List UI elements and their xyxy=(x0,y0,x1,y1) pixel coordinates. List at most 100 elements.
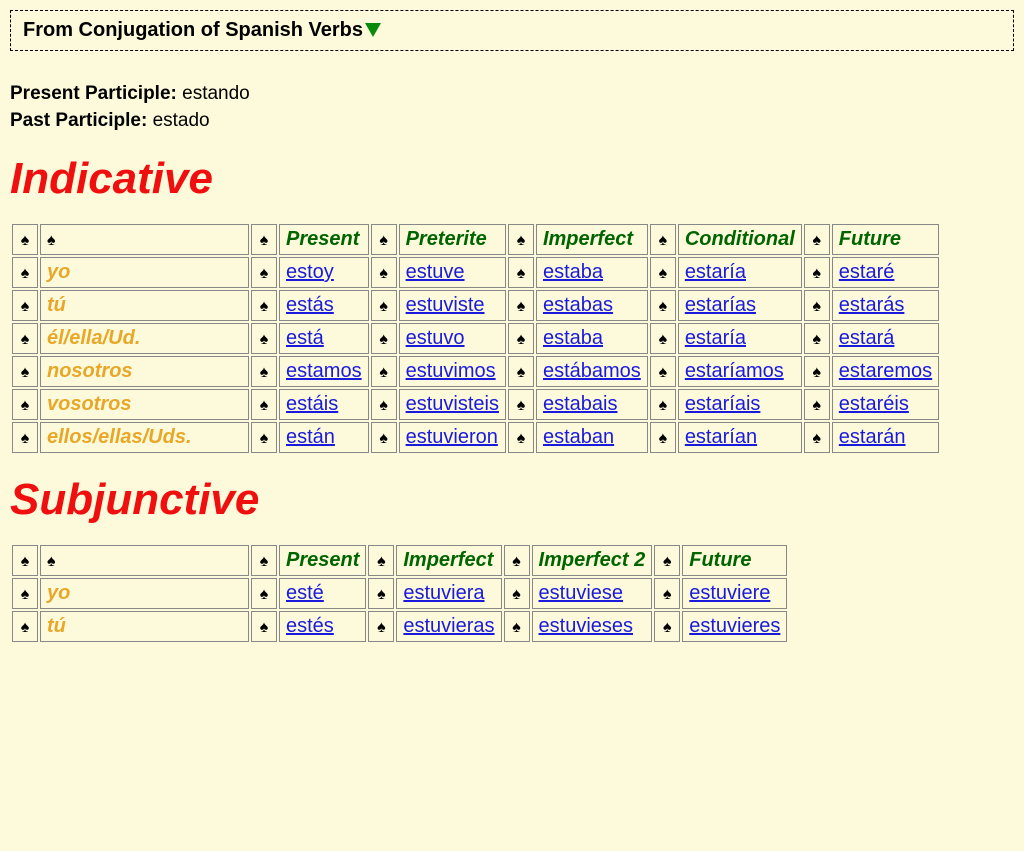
spade-icon[interactable]: ♠ xyxy=(251,389,277,420)
verb-link[interactable]: estaréis xyxy=(839,393,909,415)
verb-link[interactable]: estuvieron xyxy=(406,426,498,448)
dropdown-icon[interactable] xyxy=(365,22,381,42)
spade-icon[interactable]: ♠ xyxy=(368,611,394,642)
spade-icon[interactable]: ♠ xyxy=(12,578,38,609)
verb-link[interactable]: estés xyxy=(286,615,334,637)
spade-icon[interactable]: ♠ xyxy=(12,422,38,453)
verb-link[interactable]: estuviste xyxy=(406,294,485,316)
spade-icon[interactable]: ♠ xyxy=(650,290,676,321)
verb-link[interactable]: estoy xyxy=(286,261,334,283)
verb-link[interactable]: estamos xyxy=(286,360,362,382)
spade-icon[interactable]: ♠ xyxy=(371,257,397,288)
subjunctive-table: ♠♠♠Present♠Imperfect♠Imperfect 2♠Future♠… xyxy=(10,543,789,644)
spade-icon[interactable]: ♠ xyxy=(804,323,830,354)
verb-link[interactable]: estáis xyxy=(286,393,338,415)
verb-link[interactable]: está xyxy=(286,327,324,349)
verb-link[interactable]: estarías xyxy=(685,294,756,316)
spade-icon[interactable]: ♠ xyxy=(804,356,830,387)
verb-cell: estamos xyxy=(279,356,369,387)
spade-icon[interactable]: ♠ xyxy=(654,545,680,576)
spade-icon[interactable]: ♠ xyxy=(368,578,394,609)
spade-icon[interactable]: ♠ xyxy=(251,290,277,321)
spade-icon[interactable]: ♠ xyxy=(650,356,676,387)
spade-icon[interactable]: ♠ xyxy=(251,356,277,387)
spade-icon[interactable]: ♠ xyxy=(650,224,676,255)
spade-icon[interactable]: ♠ xyxy=(12,257,38,288)
spade-icon[interactable]: ♠ xyxy=(508,290,534,321)
spade-icon[interactable]: ♠ xyxy=(12,356,38,387)
spade-icon[interactable]: ♠ xyxy=(508,257,534,288)
verb-link[interactable]: estuvo xyxy=(406,327,465,349)
verb-link[interactable]: esté xyxy=(286,582,324,604)
verb-link[interactable]: estará xyxy=(839,327,895,349)
spade-icon[interactable]: ♠ xyxy=(804,422,830,453)
verb-link[interactable]: estuvisteis xyxy=(406,393,499,415)
spade-icon[interactable]: ♠ xyxy=(508,356,534,387)
verb-link[interactable]: estaba xyxy=(543,327,603,349)
verb-link[interactable]: estuvimos xyxy=(406,360,496,382)
verb-link[interactable]: estabais xyxy=(543,393,618,415)
spade-icon[interactable]: ♠ xyxy=(650,422,676,453)
pronoun-cell: vosotros xyxy=(40,389,249,420)
verb-link[interactable]: estuvieres xyxy=(689,615,780,637)
spade-icon[interactable]: ♠ xyxy=(371,422,397,453)
verb-link[interactable]: estaremos xyxy=(839,360,932,382)
verb-link[interactable]: estarán xyxy=(839,426,906,448)
spade-icon[interactable]: ♠ xyxy=(650,323,676,354)
verb-link[interactable]: estaríais xyxy=(685,393,761,415)
spade-icon[interactable]: ♠ xyxy=(504,545,530,576)
verb-link[interactable]: estaría xyxy=(685,327,746,349)
spade-icon[interactable]: ♠ xyxy=(12,290,38,321)
verb-link[interactable]: estuve xyxy=(406,261,465,283)
spade-icon[interactable]: ♠ xyxy=(371,323,397,354)
spade-icon[interactable]: ♠ xyxy=(504,611,530,642)
spade-icon[interactable]: ♠ xyxy=(251,224,277,255)
spade-icon[interactable]: ♠ xyxy=(654,578,680,609)
spade-icon[interactable]: ♠ xyxy=(12,545,38,576)
spade-icon[interactable]: ♠ xyxy=(12,323,38,354)
verb-link[interactable]: estaban xyxy=(543,426,614,448)
verb-link[interactable]: estaba xyxy=(543,261,603,283)
spade-icon[interactable]: ♠ xyxy=(804,257,830,288)
spade-icon[interactable]: ♠ xyxy=(371,224,397,255)
spade-icon[interactable]: ♠ xyxy=(371,290,397,321)
verb-link[interactable]: estarás xyxy=(839,294,905,316)
spade-icon[interactable]: ♠ xyxy=(804,224,830,255)
spade-icon[interactable]: ♠ xyxy=(371,356,397,387)
verb-link[interactable]: estaríamos xyxy=(685,360,784,382)
spade-icon[interactable]: ♠ xyxy=(650,389,676,420)
spade-icon[interactable]: ♠ xyxy=(251,611,277,642)
spade-icon[interactable]: ♠ xyxy=(251,257,277,288)
spade-icon[interactable]: ♠ xyxy=(251,323,277,354)
subjunctive-heading: Subjunctive xyxy=(10,475,1014,525)
spade-icon[interactable]: ♠ xyxy=(251,545,277,576)
spade-icon[interactable]: ♠ xyxy=(251,422,277,453)
verb-link[interactable]: estuvieras xyxy=(403,615,494,637)
spade-icon[interactable]: ♠ xyxy=(508,224,534,255)
verb-link[interactable]: estuvieses xyxy=(539,615,634,637)
spade-icon[interactable]: ♠ xyxy=(251,578,277,609)
spade-icon[interactable]: ♠ xyxy=(12,389,38,420)
verb-link[interactable]: estabas xyxy=(543,294,613,316)
verb-link[interactable]: estarían xyxy=(685,426,757,448)
spade-icon[interactable]: ♠ xyxy=(508,389,534,420)
spade-icon[interactable]: ♠ xyxy=(654,611,680,642)
spade-icon[interactable]: ♠ xyxy=(504,578,530,609)
spade-icon[interactable]: ♠ xyxy=(804,389,830,420)
spade-icon[interactable]: ♠ xyxy=(508,422,534,453)
spade-icon[interactable]: ♠ xyxy=(12,611,38,642)
verb-link[interactable]: estuviese xyxy=(539,582,624,604)
verb-link[interactable]: estábamos xyxy=(543,360,641,382)
verb-link[interactable]: estaré xyxy=(839,261,895,283)
spade-icon[interactable]: ♠ xyxy=(368,545,394,576)
spade-icon[interactable]: ♠ xyxy=(371,389,397,420)
spade-icon[interactable]: ♠ xyxy=(508,323,534,354)
verb-link[interactable]: estás xyxy=(286,294,334,316)
verb-link[interactable]: están xyxy=(286,426,335,448)
verb-link[interactable]: estaría xyxy=(685,261,746,283)
spade-icon[interactable]: ♠ xyxy=(650,257,676,288)
spade-icon[interactable]: ♠ xyxy=(804,290,830,321)
verb-link[interactable]: estuviera xyxy=(403,582,484,604)
verb-link[interactable]: estuviere xyxy=(689,582,770,604)
spade-icon[interactable]: ♠ xyxy=(12,224,38,255)
